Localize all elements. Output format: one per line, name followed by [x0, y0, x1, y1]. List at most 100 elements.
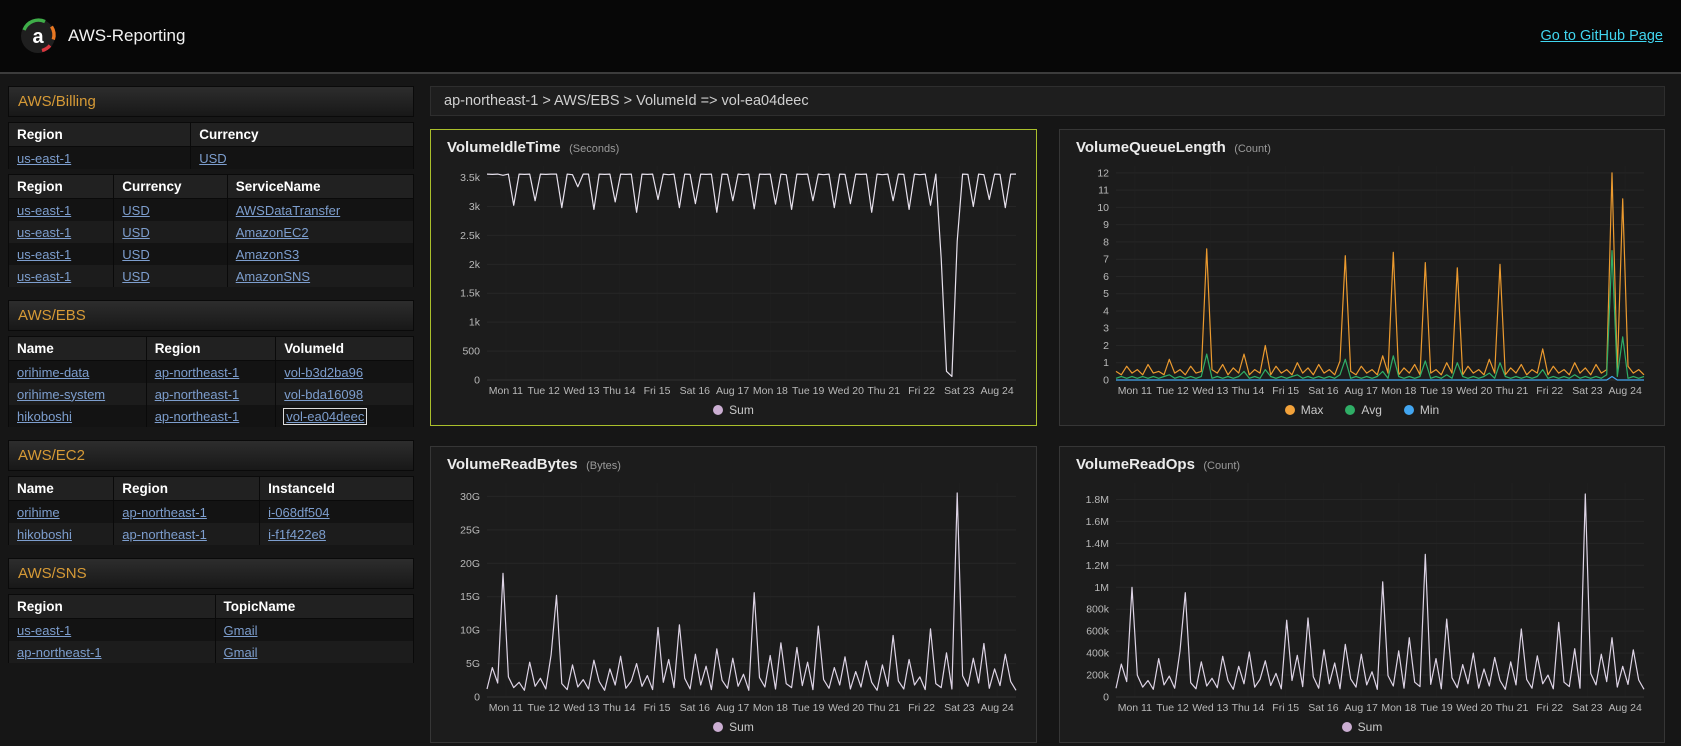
svg-text:Thu 21: Thu 21: [1496, 385, 1529, 397]
svg-text:10G: 10G: [460, 625, 480, 637]
region-link[interactable]: us-east-1: [17, 269, 71, 284]
svg-text:25G: 25G: [460, 524, 480, 536]
sns-topic-table: Region TopicName us-east-1 Gmail ap-nort…: [8, 594, 415, 663]
region-link[interactable]: ap-northeast-1: [155, 409, 240, 424]
legend-item-min[interactable]: Min: [1403, 403, 1439, 417]
legend-item-sum[interactable]: Sum: [1341, 720, 1382, 734]
svg-text:800k: 800k: [1086, 604, 1110, 616]
table-row: hikoboshi ap-northeast-1 i-f1f422e8: [7, 523, 414, 545]
panel-volume-queue-length: VolumeQueueLength (Count) 0 1 2 3 4 5 6 7 8 9 10 11…: [1059, 129, 1665, 426]
legend-dot: [1345, 405, 1356, 415]
legend-item-sum[interactable]: Sum: [713, 720, 754, 734]
name-link[interactable]: orihime-system: [17, 387, 105, 402]
svg-text:8: 8: [1103, 236, 1109, 248]
chart-canvas-volume-read-ops[interactable]: 0 200k 400k 600k 800k 1M 1.2M 1.4M 1.6M 1.8M Mon 1…: [1070, 475, 1654, 715]
name-link[interactable]: hikoboshi: [17, 527, 72, 542]
legend-item-max[interactable]: Max: [1284, 403, 1323, 417]
topic-link[interactable]: Gmail: [224, 645, 258, 660]
svg-text:Mon 11: Mon 11: [1118, 702, 1152, 714]
chart-canvas-volume-idle-time[interactable]: 0 500 1k 1.5k 2k 2.5k 3k 3.5k Mon 11 Tue 12 Wed 13…: [441, 158, 1026, 398]
region-link[interactable]: ap-northeast-1: [155, 365, 240, 380]
column-header: VolumeId: [275, 336, 414, 361]
column-header: Region: [7, 122, 192, 147]
name-link[interactable]: hikoboshi: [17, 409, 72, 424]
service-link[interactable]: AmazonEC2: [236, 225, 309, 240]
chart-canvas-volume-queue-length[interactable]: 0 1 2 3 4 5 6 7 8 9 10 11 12 Mon 11 Tue 12 Wed 13 Thu 14…: [1070, 158, 1654, 398]
panel-title[interactable]: VolumeReadOps (Count): [1070, 453, 1654, 475]
legend-item-sum[interactable]: Sum: [713, 403, 754, 417]
currency-link[interactable]: USD: [122, 269, 149, 284]
chart-canvas-volume-read-bytes[interactable]: 0 5G 10G 15G 20G 25G 30G Mon 11 Tue 12 Wed 13 Thu …: [441, 475, 1026, 715]
currency-link[interactable]: USD: [122, 225, 149, 240]
region-link[interactable]: us-east-1: [17, 247, 71, 262]
chart-title: VolumeQueueLength: [1076, 139, 1226, 156]
table-header-row: Region Currency: [7, 122, 414, 147]
region-link[interactable]: us-east-1: [17, 151, 71, 166]
svg-text:Tue 12: Tue 12: [1156, 702, 1188, 714]
panel-volume-idle-time: VolumeIdleTime (Seconds) 0 500 1k 1.5k 2k 2.5…: [430, 129, 1037, 426]
svg-text:Aug 24: Aug 24: [980, 702, 1013, 714]
svg-text:Tue 12: Tue 12: [1156, 385, 1188, 397]
svg-text:3k: 3k: [469, 201, 481, 213]
chart-legend: Max Avg Min: [1070, 398, 1654, 422]
column-header: ServiceName: [226, 174, 415, 199]
svg-text:20G: 20G: [460, 558, 480, 570]
svg-text:0: 0: [1103, 692, 1109, 704]
svg-text:Mon 11: Mon 11: [489, 702, 523, 714]
panel-title[interactable]: VolumeReadBytes (Bytes): [441, 453, 1026, 475]
svg-text:Wed 13: Wed 13: [1192, 702, 1228, 714]
region-link[interactable]: ap-northeast-1: [122, 527, 207, 542]
svg-text:Wed 20: Wed 20: [1456, 702, 1492, 714]
chart-legend: Sum: [441, 398, 1026, 422]
table-header-row: Name Region VolumeId: [8, 336, 414, 361]
legend-item-avg[interactable]: Avg: [1345, 403, 1382, 417]
svg-text:1.2M: 1.2M: [1086, 560, 1109, 572]
svg-text:Aug 24: Aug 24: [1609, 702, 1642, 714]
table-row: hikoboshi ap-northeast-1 vol-ea04deec: [8, 405, 414, 427]
region-link[interactable]: us-east-1: [17, 623, 71, 638]
svg-text:Fri 15: Fri 15: [1272, 702, 1299, 714]
name-link[interactable]: orihime: [17, 505, 60, 520]
svg-text:2.5k: 2.5k: [460, 230, 481, 242]
column-header: Region: [8, 594, 216, 619]
currency-link[interactable]: USD: [199, 151, 226, 166]
currency-link[interactable]: USD: [122, 247, 149, 262]
region-link[interactable]: us-east-1: [17, 225, 71, 240]
app-logo[interactable]: a AWS-Reporting: [18, 16, 185, 56]
column-header: Currency: [190, 122, 414, 147]
panel-grid: VolumeIdleTime (Seconds) 0 500 1k 1.5k 2k 2.5…: [430, 129, 1665, 743]
service-link[interactable]: AWSDataTransfer: [236, 203, 341, 218]
service-link[interactable]: AmazonSNS: [236, 269, 310, 284]
aws-reporting-logo-icon: a: [21, 18, 56, 53]
svg-text:Sat 16: Sat 16: [680, 385, 711, 397]
svg-text:a: a: [32, 26, 44, 48]
volume-id-link[interactable]: vol-bda16098: [284, 387, 363, 402]
github-link[interactable]: Go to GitHub Page: [1540, 28, 1663, 44]
svg-text:Thu 21: Thu 21: [1496, 702, 1529, 714]
region-link[interactable]: ap-northeast-1: [155, 387, 240, 402]
svg-text:Mon 18: Mon 18: [1381, 385, 1416, 397]
volume-id-link[interactable]: vol-b3d2ba96: [284, 365, 363, 380]
instance-id-link[interactable]: i-f1f422e8: [268, 527, 326, 542]
panel-title[interactable]: VolumeQueueLength (Count): [1070, 136, 1654, 158]
instance-id-link[interactable]: i-068df504: [268, 505, 329, 520]
name-link[interactable]: orihime-data: [17, 365, 89, 380]
panel-title[interactable]: VolumeIdleTime (Seconds): [441, 136, 1026, 158]
svg-text:Thu 14: Thu 14: [603, 385, 636, 397]
panel-volume-read-ops: VolumeReadOps (Count) 0 200k 400k 600k 800k 1…: [1059, 446, 1665, 743]
volume-id-link-selected[interactable]: vol-ea04deec: [283, 407, 368, 425]
svg-text:30G: 30G: [460, 491, 480, 503]
chart-unit: (Count): [1203, 460, 1241, 472]
service-link[interactable]: AmazonS3: [236, 247, 300, 262]
topic-link[interactable]: Gmail: [224, 623, 258, 638]
region-link[interactable]: ap-northeast-1: [122, 505, 207, 520]
region-link[interactable]: ap-northeast-1: [17, 645, 102, 660]
table-header-row: Region TopicName: [8, 594, 415, 619]
currency-link[interactable]: USD: [122, 203, 149, 218]
table-row: us-east-1 Gmail: [8, 618, 415, 641]
svg-text:Tue 12: Tue 12: [528, 702, 560, 714]
region-link[interactable]: us-east-1: [17, 203, 71, 218]
app-title: AWS-Reporting: [68, 26, 186, 45]
svg-text:7: 7: [1103, 254, 1109, 266]
chart-unit: (Bytes): [586, 460, 621, 472]
